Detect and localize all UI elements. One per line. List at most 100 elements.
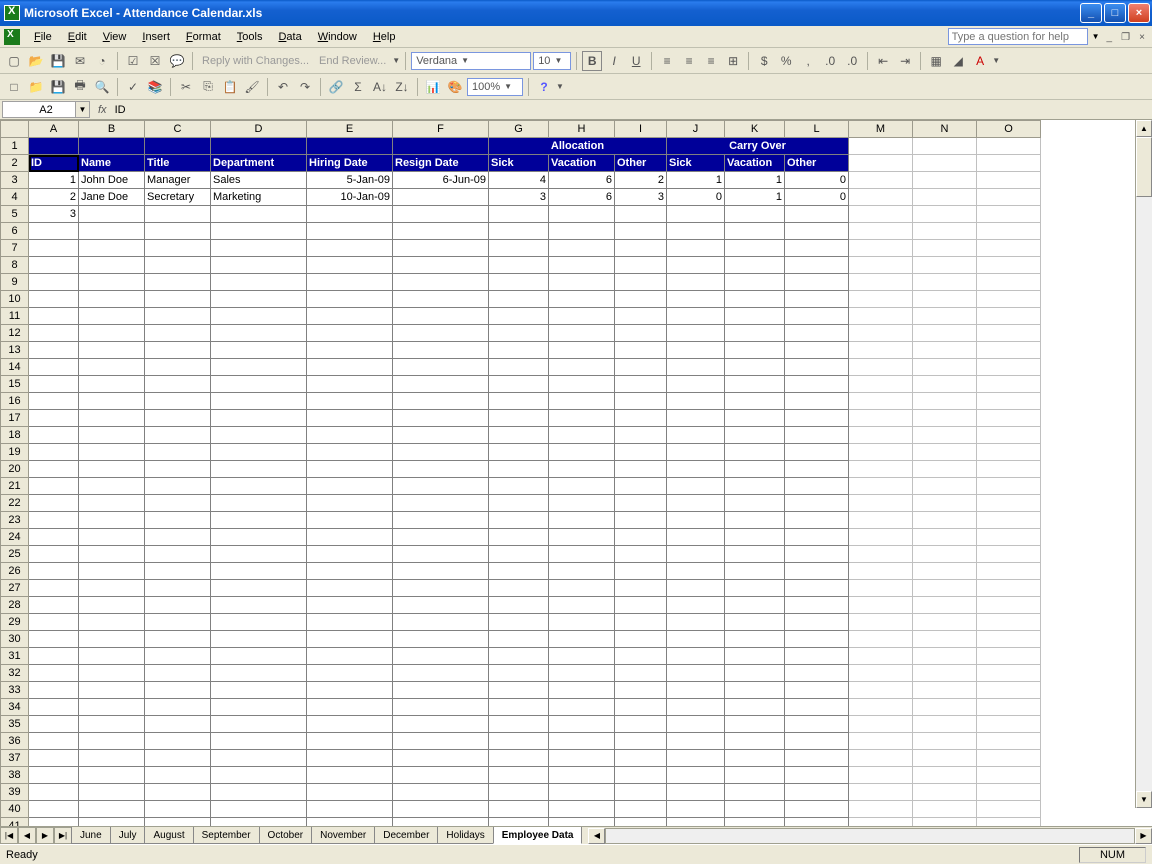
name-box-dropdown-icon[interactable]: ▼ (75, 102, 89, 117)
cell[interactable] (977, 444, 1041, 461)
data-cell[interactable] (211, 308, 307, 325)
data-cell[interactable] (307, 546, 393, 563)
excel-document-icon[interactable] (4, 29, 20, 45)
data-cell[interactable] (145, 257, 211, 274)
data-cell[interactable] (667, 512, 725, 529)
data-cell[interactable] (145, 631, 211, 648)
cell[interactable] (849, 342, 913, 359)
cell[interactable] (913, 342, 977, 359)
data-cell[interactable] (615, 376, 667, 393)
data-cell[interactable] (307, 648, 393, 665)
column-header[interactable]: L (785, 121, 849, 138)
row-header[interactable]: 2 (1, 155, 29, 172)
cell[interactable] (849, 631, 913, 648)
data-cell[interactable] (79, 410, 145, 427)
font-size-combo[interactable]: 10▼ (533, 52, 571, 70)
cell[interactable] (913, 189, 977, 206)
data-cell[interactable] (393, 580, 489, 597)
row-header[interactable]: 30 (1, 631, 29, 648)
cell[interactable] (977, 461, 1041, 478)
maximize-button[interactable]: □ (1104, 3, 1126, 23)
data-cell[interactable] (393, 563, 489, 580)
cell[interactable] (977, 172, 1041, 189)
data-cell[interactable] (725, 410, 785, 427)
data-cell[interactable] (145, 308, 211, 325)
cell[interactable] (849, 325, 913, 342)
increase-indent-icon[interactable]: ⇥ (895, 51, 915, 71)
data-cell[interactable] (615, 342, 667, 359)
row-header[interactable]: 12 (1, 325, 29, 342)
menu-view[interactable]: View (95, 29, 135, 45)
data-cell[interactable] (29, 648, 79, 665)
data-cell[interactable] (29, 410, 79, 427)
data-cell[interactable] (307, 580, 393, 597)
data-cell[interactable] (79, 427, 145, 444)
cell[interactable] (913, 393, 977, 410)
data-cell[interactable] (615, 750, 667, 767)
cell[interactable] (977, 342, 1041, 359)
cell[interactable] (977, 614, 1041, 631)
data-cell[interactable] (785, 784, 849, 801)
cell[interactable] (849, 410, 913, 427)
cell[interactable] (849, 716, 913, 733)
data-cell[interactable] (211, 393, 307, 410)
data-cell[interactable] (725, 393, 785, 410)
data-cell[interactable] (79, 478, 145, 495)
cell[interactable] (977, 580, 1041, 597)
data-cell[interactable] (29, 818, 79, 827)
data-cell[interactable] (785, 444, 849, 461)
undo-icon[interactable]: ↶ (273, 77, 293, 97)
data-cell[interactable] (145, 393, 211, 410)
data-cell[interactable] (79, 665, 145, 682)
cell[interactable] (913, 325, 977, 342)
data-cell[interactable] (549, 699, 615, 716)
cell[interactable] (913, 648, 977, 665)
doc-restore-button[interactable]: ❐ (1118, 32, 1133, 43)
row-header[interactable]: 19 (1, 444, 29, 461)
row-header[interactable]: 39 (1, 784, 29, 801)
data-cell[interactable] (489, 682, 549, 699)
header-cell[interactable]: Sick (667, 155, 725, 172)
cell[interactable] (913, 750, 977, 767)
data-cell[interactable] (785, 206, 849, 223)
data-cell[interactable] (79, 716, 145, 733)
data-cell[interactable] (785, 342, 849, 359)
mail-icon[interactable]: ✉ (70, 51, 90, 71)
data-cell[interactable] (667, 699, 725, 716)
cell[interactable] (849, 444, 913, 461)
column-header[interactable]: B (79, 121, 145, 138)
data-cell[interactable] (211, 767, 307, 784)
data-cell[interactable]: John Doe (79, 172, 145, 189)
data-cell[interactable] (549, 682, 615, 699)
header-cell[interactable] (307, 138, 393, 155)
data-cell[interactable] (785, 410, 849, 427)
data-cell[interactable] (489, 444, 549, 461)
data-cell[interactable] (667, 801, 725, 818)
data-cell[interactable] (785, 597, 849, 614)
data-cell[interactable] (615, 478, 667, 495)
data-cell[interactable] (211, 580, 307, 597)
history-icon[interactable]: ◔ (92, 51, 112, 71)
data-cell[interactable] (79, 359, 145, 376)
data-cell[interactable] (549, 563, 615, 580)
data-cell[interactable] (549, 631, 615, 648)
cell[interactable] (849, 223, 913, 240)
data-cell[interactable] (489, 427, 549, 444)
data-cell[interactable] (393, 393, 489, 410)
scroll-up-icon[interactable]: ▲ (1136, 120, 1152, 137)
column-header[interactable]: K (725, 121, 785, 138)
data-cell[interactable] (79, 461, 145, 478)
align-left-icon[interactable]: ≡ (657, 51, 677, 71)
data-cell[interactable] (29, 291, 79, 308)
row-header[interactable]: 13 (1, 342, 29, 359)
data-cell[interactable] (549, 648, 615, 665)
row-header[interactable]: 33 (1, 682, 29, 699)
currency-icon[interactable]: $ (754, 51, 774, 71)
data-cell[interactable] (785, 818, 849, 827)
cell[interactable] (913, 563, 977, 580)
decrease-decimal-icon[interactable]: .0 (842, 51, 862, 71)
cell[interactable] (913, 733, 977, 750)
data-cell[interactable] (393, 495, 489, 512)
sheet-tab-december[interactable]: December (374, 827, 438, 844)
data-cell[interactable] (489, 767, 549, 784)
